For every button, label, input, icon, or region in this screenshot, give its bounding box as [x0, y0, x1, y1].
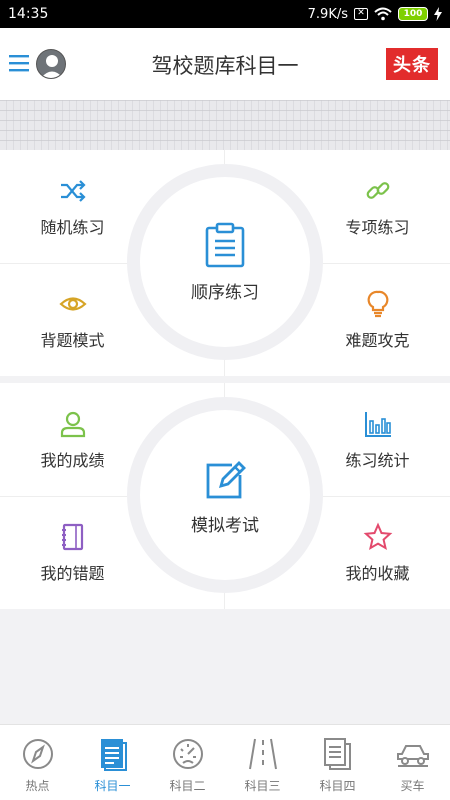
shuffle-icon: [60, 179, 86, 202]
tab-subject-three[interactable]: 科目三: [225, 725, 300, 800]
hard-questions-button[interactable]: 难题攻克: [305, 263, 450, 376]
tab-subject-four[interactable]: 科目四: [300, 725, 375, 800]
link-icon: [366, 181, 389, 199]
mock-exam-label: 模拟考试: [191, 515, 259, 536]
wrong-questions-label: 我的错题: [40, 563, 105, 583]
battery-icon: 100: [398, 7, 428, 21]
wifi-icon: [374, 7, 392, 21]
memorize-mode-label: 背题模式: [40, 330, 105, 350]
exam-panel: 我的成绩 练习统计 我的错题 我的收藏 模拟考试: [0, 383, 450, 609]
eye-icon: [58, 296, 87, 311]
hard-questions-label: 难题攻克: [345, 330, 410, 350]
banner: [0, 100, 450, 150]
sim-icon: ✕: [354, 8, 368, 20]
wrong-questions-button[interactable]: 我的错题: [0, 496, 145, 609]
document-icon: [100, 739, 127, 771]
bar-chart-icon: [364, 411, 391, 437]
tab-subject-two[interactable]: 科目二: [150, 725, 225, 800]
status-time: 14:35: [8, 6, 49, 22]
speedometer-icon: [172, 739, 203, 769]
my-scores-button[interactable]: 我的成绩: [0, 383, 145, 496]
tab-hot[interactable]: 热点: [0, 725, 75, 800]
clipboard-icon: [205, 222, 245, 267]
tab-subject-one[interactable]: 科目一: [75, 725, 150, 800]
copy-icon: [323, 738, 351, 770]
favorites-label: 我的收藏: [345, 563, 410, 583]
page-title: 驾校题库科目一: [151, 54, 299, 78]
mock-exam-button[interactable]: 模拟考试: [127, 397, 323, 593]
tab-label: 买车: [400, 779, 425, 793]
tab-label: 科目一: [94, 779, 131, 793]
random-practice-button[interactable]: 随机练习: [0, 150, 145, 263]
road-icon: [248, 738, 277, 770]
status-bar: 14:35 7.9K/s ✕ 100: [0, 0, 450, 28]
favorites-button[interactable]: 我的收藏: [305, 496, 450, 609]
my-scores-label: 我的成绩: [40, 450, 105, 470]
practice-stats-label: 练习统计: [345, 450, 410, 470]
sequential-practice-label: 顺序练习: [191, 282, 259, 303]
practice-stats-button[interactable]: 练习统计: [305, 383, 450, 496]
user-icon: [60, 411, 85, 437]
bottom-tab-bar: 热点 科目一 科目二 科目三 科目四 买车: [0, 724, 450, 800]
lightbulb-icon: [367, 290, 388, 317]
tab-label: 科目三: [244, 779, 281, 793]
notebook-icon: [61, 523, 83, 550]
topic-practice-label: 专项练习: [345, 217, 410, 237]
status-right: 7.9K/s ✕ 100: [308, 7, 442, 22]
practice-panel: 随机练习 专项练习 背题模式 难题攻克 顺序练习: [0, 150, 450, 376]
car-icon: [396, 745, 429, 767]
tab-label: 科目二: [169, 779, 206, 793]
tab-label: 热点: [25, 779, 50, 793]
random-practice-label: 随机练习: [40, 217, 105, 237]
edit-icon: [206, 460, 246, 498]
toutiao-logo[interactable]: 头条: [386, 48, 438, 80]
topic-practice-button[interactable]: 专项练习: [305, 150, 450, 263]
compass-icon: [22, 739, 53, 769]
star-icon: [363, 522, 392, 550]
tab-buy-car[interactable]: 买车: [375, 725, 450, 800]
charging-icon: [434, 7, 442, 21]
app-header: 驾校题库科目一 头条: [0, 28, 450, 100]
memorize-mode-button[interactable]: 背题模式: [0, 263, 145, 376]
sequential-practice-button[interactable]: 顺序练习: [127, 164, 323, 360]
status-speed: 7.9K/s: [307, 6, 348, 22]
tab-label: 科目四: [319, 779, 356, 793]
